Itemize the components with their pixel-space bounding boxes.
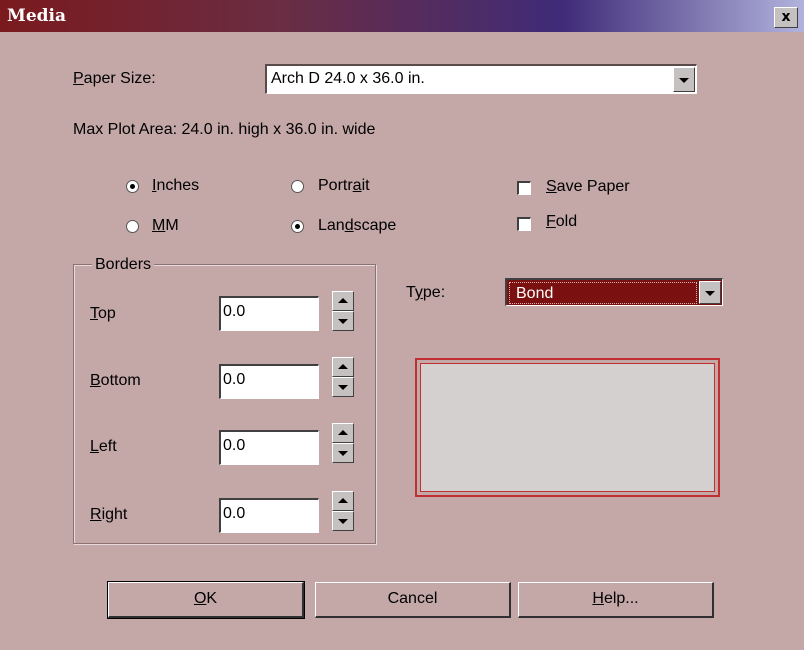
bottom-spin-down-button[interactable] xyxy=(332,377,354,397)
type-select[interactable]: Bond xyxy=(505,278,723,306)
close-button[interactable]: x xyxy=(774,7,798,28)
portrait-radio[interactable] xyxy=(291,180,304,193)
arrow-up-icon xyxy=(338,298,348,303)
landscape-label[interactable]: Landscape xyxy=(318,217,396,235)
top-border-value[interactable] xyxy=(223,302,313,322)
chevron-down-icon xyxy=(679,77,689,83)
left-border-spinner[interactable] xyxy=(332,423,354,463)
mm-radio[interactable] xyxy=(126,220,139,233)
landscape-radio[interactable] xyxy=(291,220,304,233)
radio-selected-dot xyxy=(295,224,300,229)
arrow-down-icon xyxy=(338,451,348,456)
help-button[interactable]: Help... xyxy=(518,582,714,618)
radio-selected-dot xyxy=(130,184,135,189)
paper-size-dropdown-button[interactable] xyxy=(673,67,695,92)
paper-preview xyxy=(415,358,720,497)
arrow-down-icon xyxy=(338,385,348,390)
arrow-up-icon xyxy=(338,364,348,369)
type-dropdown-button[interactable] xyxy=(699,281,721,304)
title-bar[interactable]: Media x xyxy=(0,0,804,32)
arrow-up-icon xyxy=(338,430,348,435)
top-border-spinner[interactable] xyxy=(332,291,354,331)
close-icon: x xyxy=(781,9,791,25)
arrow-down-icon xyxy=(338,319,348,324)
chevron-down-icon xyxy=(705,290,715,296)
arrow-down-icon xyxy=(338,519,348,524)
bottom-spin-up-button[interactable] xyxy=(332,357,354,377)
top-spin-down-button[interactable] xyxy=(332,311,354,331)
right-border-spinner[interactable] xyxy=(332,491,354,531)
left-border-value[interactable] xyxy=(223,436,313,456)
type-label: Type: xyxy=(406,284,446,301)
save-paper-label[interactable]: Save Paper xyxy=(546,178,630,196)
type-value: Bond xyxy=(516,285,554,302)
right-spin-down-button[interactable] xyxy=(332,511,354,531)
left-spin-down-button[interactable] xyxy=(332,443,354,463)
paper-size-value: Arch D 24.0 x 36.0 in. xyxy=(271,70,425,87)
inches-label[interactable]: Inches xyxy=(152,177,199,195)
right-spin-up-button[interactable] xyxy=(332,491,354,511)
top-label: Top xyxy=(90,305,116,322)
paper-size-label: Paper Size: xyxy=(73,70,156,87)
media-dialog: Media x Paper Size: Arch D 24.0 x 36.0 i… xyxy=(0,0,804,650)
bottom-border-value[interactable] xyxy=(223,370,313,390)
borders-group-title: Borders xyxy=(92,256,155,274)
save-paper-checkbox[interactable] xyxy=(517,181,531,195)
mm-label[interactable]: MM xyxy=(152,217,179,235)
right-border-value[interactable] xyxy=(223,504,313,524)
left-border-input[interactable] xyxy=(219,430,319,465)
bottom-border-input[interactable] xyxy=(219,364,319,399)
cancel-button[interactable]: Cancel xyxy=(315,582,511,618)
portrait-label[interactable]: Portrait xyxy=(318,177,370,195)
paper-size-select[interactable]: Arch D 24.0 x 36.0 in. xyxy=(265,64,697,94)
fold-checkbox[interactable] xyxy=(517,217,531,231)
left-spin-up-button[interactable] xyxy=(332,423,354,443)
top-spin-up-button[interactable] xyxy=(332,291,354,311)
ok-button[interactable]: OK xyxy=(107,581,305,619)
right-label: Right xyxy=(90,506,128,523)
bottom-border-spinner[interactable] xyxy=(332,357,354,397)
bottom-label: Bottom xyxy=(90,372,141,389)
left-label: Left xyxy=(90,438,117,455)
arrow-up-icon xyxy=(338,498,348,503)
window-title: Media xyxy=(7,6,66,26)
inches-radio[interactable] xyxy=(126,180,139,193)
max-plot-area-text: Max Plot Area: 24.0 in. high x 36.0 in. … xyxy=(73,121,376,138)
top-border-input[interactable] xyxy=(219,296,319,331)
fold-label[interactable]: Fold xyxy=(546,213,577,231)
right-border-input[interactable] xyxy=(219,498,319,533)
paper-preview-area xyxy=(420,363,715,492)
type-selected-highlight: Bond xyxy=(509,282,697,304)
